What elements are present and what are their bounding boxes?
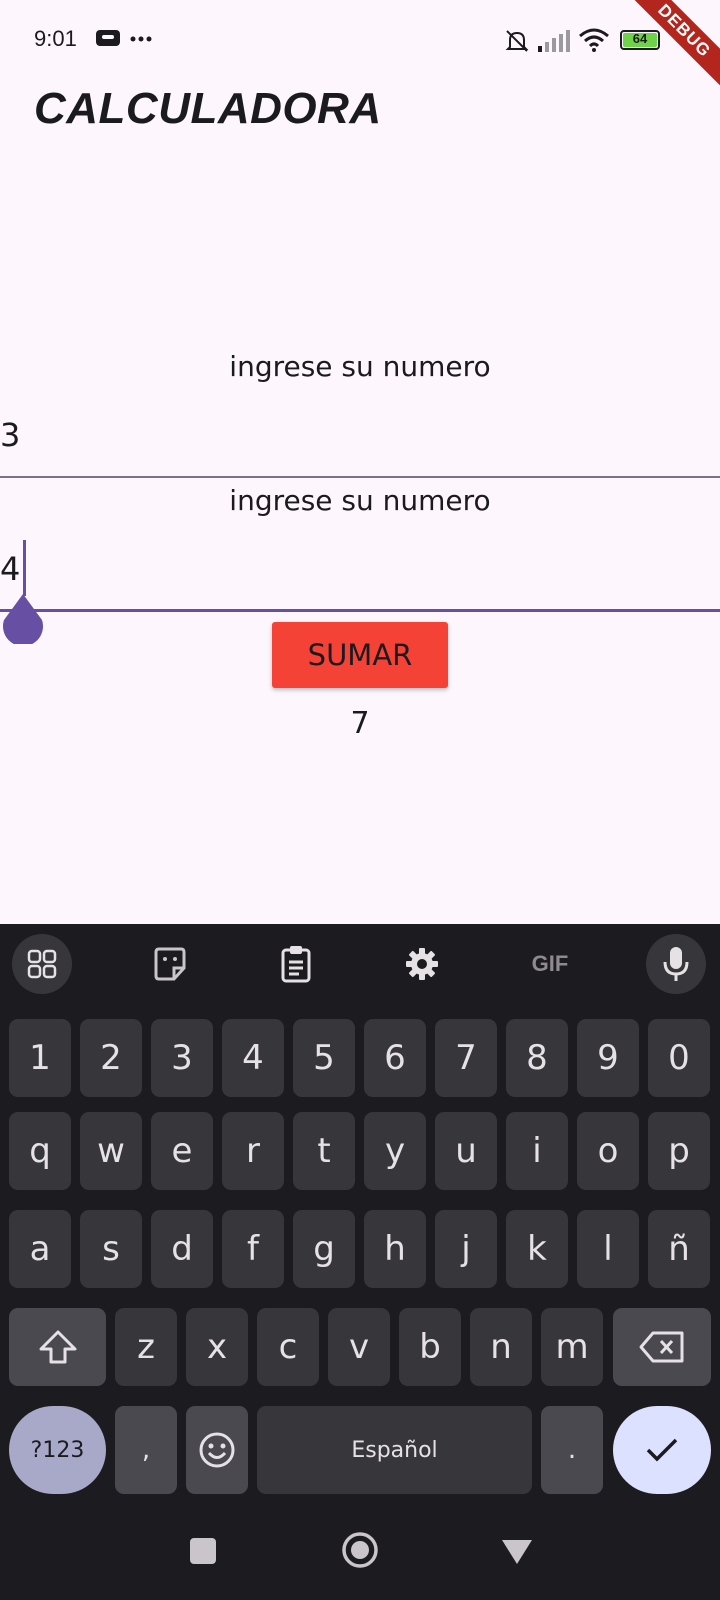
back-button-icon[interactable]: [500, 1538, 534, 1566]
number-input-2[interactable]: 4: [0, 534, 720, 614]
result-text: 7: [350, 706, 370, 741]
battery-level: 64: [632, 31, 648, 46]
key-s[interactable]: s: [80, 1210, 142, 1288]
field1-label: ingrese su numero: [229, 350, 491, 383]
key-p[interactable]: p: [648, 1112, 710, 1190]
more-icon: [130, 36, 152, 42]
sticker-icon[interactable]: [140, 934, 200, 994]
key-1[interactable]: 1: [9, 1019, 71, 1097]
field2-label: ingrese su numero: [229, 484, 491, 517]
number-input-2-underline: [0, 609, 720, 612]
backspace-icon: [639, 1331, 684, 1363]
recents-button-icon[interactable]: [190, 1538, 216, 1564]
number-input-1[interactable]: 3: [0, 400, 720, 478]
key-c[interactable]: c: [257, 1308, 319, 1386]
key-t[interactable]: t: [293, 1112, 355, 1190]
key-x[interactable]: x: [186, 1308, 248, 1386]
key-i[interactable]: i: [506, 1112, 568, 1190]
key-n-tilde[interactable]: ñ: [648, 1210, 710, 1288]
key-n[interactable]: n: [470, 1308, 532, 1386]
key-0[interactable]: 0: [648, 1019, 710, 1097]
home-button-icon[interactable]: [340, 1530, 380, 1570]
gif-icon[interactable]: GIF: [520, 934, 580, 994]
shift-key[interactable]: [9, 1308, 106, 1386]
navigation-bar: [0, 1532, 720, 1600]
key-d[interactable]: d: [151, 1210, 213, 1288]
signal-icon: [538, 30, 570, 52]
symbols-key[interactable]: ?123: [9, 1406, 106, 1494]
key-u[interactable]: u: [435, 1112, 497, 1190]
clipboard-icon[interactable]: [266, 934, 326, 994]
key-6[interactable]: 6: [364, 1019, 426, 1097]
key-b[interactable]: b: [399, 1308, 461, 1386]
key-o[interactable]: o: [577, 1112, 639, 1190]
key-r[interactable]: r: [222, 1112, 284, 1190]
key-w[interactable]: w: [80, 1112, 142, 1190]
key-q[interactable]: q: [9, 1112, 71, 1190]
key-8[interactable]: 8: [506, 1019, 568, 1097]
shift-icon: [39, 1330, 76, 1364]
number-input-2-value: 4: [0, 550, 21, 588]
page-title: CALCULADORA: [34, 84, 382, 133]
text-cursor: [23, 540, 26, 596]
backspace-key[interactable]: [613, 1308, 711, 1386]
key-2[interactable]: 2: [80, 1019, 142, 1097]
number-input-1-underline: [0, 476, 720, 478]
key-e[interactable]: e: [151, 1112, 213, 1190]
key-g[interactable]: g: [293, 1210, 355, 1288]
bell-off-icon: [505, 30, 529, 52]
status-time: 9:01: [34, 26, 77, 51]
key-4[interactable]: 4: [222, 1019, 284, 1097]
space-key[interactable]: Español: [257, 1406, 532, 1494]
key-z[interactable]: z: [115, 1308, 177, 1386]
key-m[interactable]: m: [541, 1308, 603, 1386]
cursor-handle[interactable]: [2, 594, 44, 644]
mic-icon[interactable]: [646, 934, 706, 994]
key-5[interactable]: 5: [293, 1019, 355, 1097]
apps-icon[interactable]: [12, 934, 72, 994]
key-h[interactable]: h: [364, 1210, 426, 1288]
key-7[interactable]: 7: [435, 1019, 497, 1097]
call-icon: [96, 30, 120, 46]
status-bar: 9:01 64 DEBUG: [0, 0, 720, 97]
wifi-icon: [579, 28, 609, 52]
key-a[interactable]: a: [9, 1210, 71, 1288]
checkmark-icon: [646, 1438, 678, 1462]
settings-icon[interactable]: [392, 934, 452, 994]
key-l[interactable]: l: [577, 1210, 639, 1288]
comma-key[interactable]: ,: [115, 1406, 177, 1494]
key-9[interactable]: 9: [577, 1019, 639, 1097]
done-key[interactable]: [613, 1406, 711, 1494]
key-y[interactable]: y: [364, 1112, 426, 1190]
key-j[interactable]: j: [435, 1210, 497, 1288]
period-key[interactable]: .: [541, 1406, 603, 1494]
sumar-button[interactable]: SUMAR: [272, 622, 448, 688]
key-f[interactable]: f: [222, 1210, 284, 1288]
emoji-key[interactable]: [186, 1406, 248, 1494]
emoji-icon: [199, 1432, 235, 1468]
battery-icon: 64: [620, 30, 660, 50]
key-k[interactable]: k: [506, 1210, 568, 1288]
key-v[interactable]: v: [328, 1308, 390, 1386]
key-3[interactable]: 3: [151, 1019, 213, 1097]
number-input-1-value: 3: [0, 416, 21, 454]
